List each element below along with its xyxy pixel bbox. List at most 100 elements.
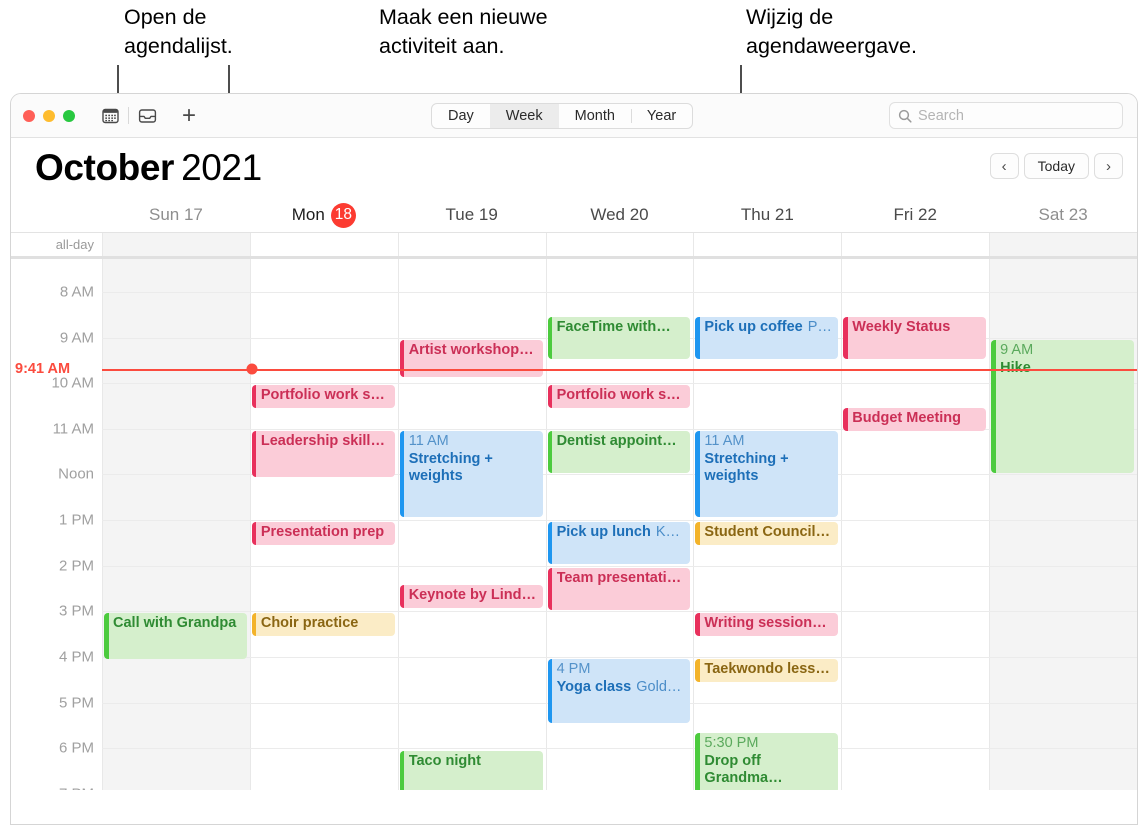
toolbar-divider bbox=[128, 107, 129, 124]
hour-label: 7 PM bbox=[59, 786, 94, 791]
event-time: 9 AM bbox=[1000, 342, 1034, 358]
calendar-event[interactable]: Call with Grandpa bbox=[104, 613, 247, 659]
tab-year[interactable]: Year bbox=[630, 104, 692, 128]
hour-label: 2 PM bbox=[58, 557, 94, 575]
event-color-bar bbox=[991, 340, 996, 473]
month-label: October bbox=[35, 147, 175, 188]
hour-label: 11 AM bbox=[52, 420, 94, 438]
page-title: October 2021 bbox=[35, 147, 262, 189]
current-time-dot bbox=[246, 363, 258, 375]
all-day-slot-mon[interactable] bbox=[249, 233, 398, 256]
calendar-event[interactable]: Writing session… bbox=[695, 613, 839, 636]
calendar-event[interactable]: 9 AM Hike bbox=[991, 340, 1134, 473]
event-title: Taekwondo less… bbox=[704, 661, 830, 677]
event-title: Weekly Status bbox=[852, 319, 951, 335]
calendar-event[interactable]: Presentation prep bbox=[251, 522, 395, 545]
calendar-event[interactable]: Budget Meeting bbox=[843, 408, 987, 431]
hour-label: 10 AM bbox=[51, 374, 94, 392]
calendar-event[interactable]: FaceTime with… bbox=[547, 317, 691, 359]
calendar-event[interactable]: Taco night bbox=[399, 751, 543, 790]
calendar-event[interactable]: Keynote by Lind… bbox=[399, 585, 543, 608]
event-title-line2: Grandma… bbox=[704, 770, 783, 786]
tab-month[interactable]: Month bbox=[559, 104, 631, 128]
all-day-slot-thu[interactable] bbox=[693, 233, 841, 256]
all-day-slot-sat[interactable] bbox=[989, 233, 1137, 256]
date-navigation: ‹ Today › bbox=[989, 153, 1123, 179]
day-header-sat[interactable]: Sat 23 bbox=[989, 198, 1137, 232]
calendar-event[interactable]: 4 PM Yoga class Gold… bbox=[547, 659, 691, 723]
calendar-event[interactable]: Portfolio work s… bbox=[547, 385, 691, 408]
maximize-button[interactable] bbox=[63, 109, 75, 122]
event-title: Artist workshop… bbox=[408, 342, 534, 358]
toolbar-icon-group: + bbox=[97, 103, 196, 129]
all-day-slot-tue[interactable] bbox=[397, 233, 546, 256]
calendar-event[interactable]: Taekwondo less… bbox=[695, 659, 839, 682]
tab-week[interactable]: Week bbox=[489, 104, 559, 128]
hour-label: 5 PM bbox=[58, 694, 94, 712]
current-time-label: 9:41 AM bbox=[15, 361, 71, 377]
previous-week-button[interactable]: ‹ bbox=[989, 153, 1019, 179]
event-title: Portfolio work s… bbox=[556, 387, 681, 403]
event-title: Pick up lunch K… bbox=[556, 524, 680, 540]
event-color-bar bbox=[695, 431, 700, 517]
today-date-badge: 18 bbox=[330, 202, 356, 228]
calendar-event[interactable]: Team presentati… bbox=[547, 568, 691, 610]
calendar-event[interactable]: Dentist appoint… bbox=[547, 431, 691, 473]
day-header-thu[interactable]: Thu 21 bbox=[693, 198, 841, 232]
event-title: Pick up coffee P… bbox=[704, 319, 832, 335]
all-day-slot-wed[interactable] bbox=[545, 233, 694, 256]
hour-label: 1 PM bbox=[58, 511, 94, 529]
event-title: Yoga class Gold… bbox=[556, 678, 682, 695]
event-time: 5:30 PM bbox=[704, 735, 759, 751]
day-header-fri[interactable]: Fri 22 bbox=[841, 198, 989, 232]
calendar-event[interactable]: Portfolio work s… bbox=[251, 385, 395, 408]
year-label: 2021 bbox=[181, 147, 262, 188]
all-day-label: all-day bbox=[55, 237, 94, 252]
hour-label: 8 AM bbox=[59, 283, 94, 301]
calendar-event[interactable]: 5:30 PM Drop off Grandma… bbox=[695, 733, 839, 790]
calendar-event[interactable]: Artist workshop… bbox=[399, 340, 543, 377]
event-title: Drop off bbox=[704, 752, 761, 769]
calendar-event[interactable]: Leadership skill… bbox=[251, 431, 395, 477]
day-header-sun[interactable]: Sun 17 bbox=[102, 198, 250, 232]
event-location: Gold… bbox=[636, 678, 682, 695]
day-header-row: Sun 17 Mon 18 Tue 19 Wed 20 Thu 21 Fri 2… bbox=[11, 198, 1137, 232]
event-title-line2: weights bbox=[408, 468, 463, 484]
calendar-event[interactable]: Choir practice bbox=[251, 613, 395, 636]
tab-day[interactable]: Day bbox=[432, 104, 490, 128]
all-day-row: all-day bbox=[11, 232, 1137, 259]
calendar-event[interactable]: Pick up coffee P… bbox=[695, 317, 839, 359]
event-color-bar bbox=[399, 585, 405, 608]
day-header-tue[interactable]: Tue 19 bbox=[398, 198, 546, 232]
event-color-bar bbox=[399, 340, 405, 377]
calendar-event[interactable]: Pick up lunch K… bbox=[547, 522, 691, 564]
close-button[interactable] bbox=[23, 109, 35, 122]
hour-gridline bbox=[102, 566, 1137, 567]
event-color-bar bbox=[251, 522, 257, 545]
all-day-slot-sun[interactable] bbox=[102, 233, 250, 256]
day-header-wed[interactable]: Wed 20 bbox=[546, 198, 694, 232]
search-input[interactable] bbox=[918, 107, 1114, 124]
calendar-event[interactable]: Weekly Status bbox=[843, 317, 987, 359]
all-day-slot-fri[interactable] bbox=[841, 233, 989, 256]
event-color-bar bbox=[547, 522, 553, 564]
search-field[interactable] bbox=[889, 102, 1123, 129]
calendar-list-icon[interactable] bbox=[97, 103, 123, 129]
day-header-mon[interactable]: Mon 18 bbox=[250, 198, 398, 232]
calendar-event[interactable]: 11 AM Stretching + weights bbox=[695, 431, 839, 517]
event-title: Student Council… bbox=[704, 524, 831, 540]
hour-label: 4 PM bbox=[58, 648, 94, 666]
event-color-bar bbox=[251, 385, 257, 408]
event-title: Call with Grandpa bbox=[113, 615, 237, 631]
minimize-button[interactable] bbox=[43, 109, 55, 122]
today-button[interactable]: Today bbox=[1023, 153, 1089, 179]
event-location: P… bbox=[807, 319, 832, 335]
event-color-bar bbox=[695, 659, 700, 682]
calendar-event[interactable]: 11 AM Stretching + weights bbox=[399, 431, 543, 517]
event-title: Dentist appoint… bbox=[556, 433, 677, 449]
next-week-button[interactable]: › bbox=[1094, 153, 1123, 179]
hour-label: 9 AM bbox=[59, 329, 94, 347]
calendar-event[interactable]: Student Council… bbox=[695, 522, 839, 545]
new-event-button[interactable]: + bbox=[182, 103, 196, 128]
inbox-icon[interactable] bbox=[134, 103, 160, 129]
